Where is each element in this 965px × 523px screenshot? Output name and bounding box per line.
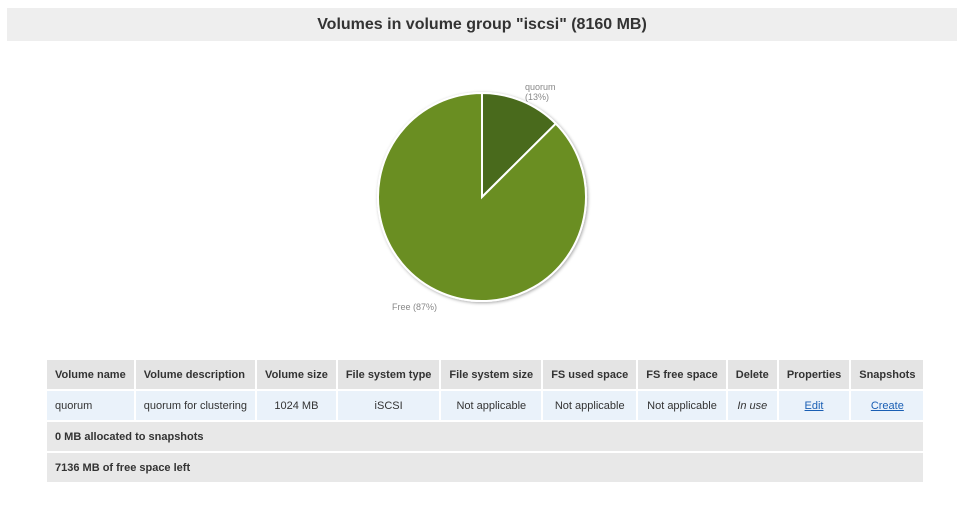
pie-slice-1 [377, 91, 587, 302]
cell-fs-type: iSCSI [337, 391, 440, 420]
table-header-row: Volume name Volume description Volume si… [47, 360, 924, 389]
cell-volume-name: quorum [47, 391, 134, 420]
snapshots-allocated-text: 0 MB allocated to snapshots [47, 422, 924, 451]
col-delete: Delete [727, 360, 777, 389]
cell-delete-status: In use [727, 391, 777, 420]
volume-usage-chart: quorum (13%) Free (87%) [0, 60, 965, 350]
volumes-table: Volume name Volume description Volume si… [45, 358, 925, 484]
col-fs-type: File system type [337, 360, 440, 389]
col-fs-used: FS used space [543, 360, 637, 389]
col-fs-free: FS free space [638, 360, 726, 389]
free-space-summary-row: 7136 MB of free space left [47, 453, 924, 482]
pie-label-free: Free (87%) [392, 302, 437, 312]
snapshots-summary-row: 0 MB allocated to snapshots [47, 422, 924, 451]
pie-label-quorum: quorum [525, 82, 556, 92]
table-row: quorum quorum for clustering 1024 MB iSC… [47, 391, 924, 420]
pie-chart: quorum (13%) Free (87%) [377, 82, 587, 312]
col-fs-size: File system size [441, 360, 542, 389]
create-snapshot-link[interactable]: Create [871, 400, 904, 412]
cell-snapshots: Create [851, 391, 924, 420]
cell-fs-used: Not applicable [543, 391, 637, 420]
col-properties: Properties [778, 360, 850, 389]
cell-properties: Edit [778, 391, 850, 420]
col-volume-description: Volume description [135, 360, 256, 389]
edit-link[interactable]: Edit [805, 400, 824, 412]
col-snapshots: Snapshots [851, 360, 924, 389]
col-volume-name: Volume name [47, 360, 134, 389]
cell-fs-free: Not applicable [638, 391, 726, 420]
free-space-text: 7136 MB of free space left [47, 453, 924, 482]
cell-volume-size: 1024 MB [257, 391, 336, 420]
pie-label-quorum-percent: (13%) [525, 92, 549, 102]
page-title: Volumes in volume group "iscsi" (8160 MB… [7, 8, 957, 41]
cell-volume-description: quorum for clustering [135, 391, 256, 420]
cell-fs-size: Not applicable [441, 391, 542, 420]
col-volume-size: Volume size [257, 360, 336, 389]
